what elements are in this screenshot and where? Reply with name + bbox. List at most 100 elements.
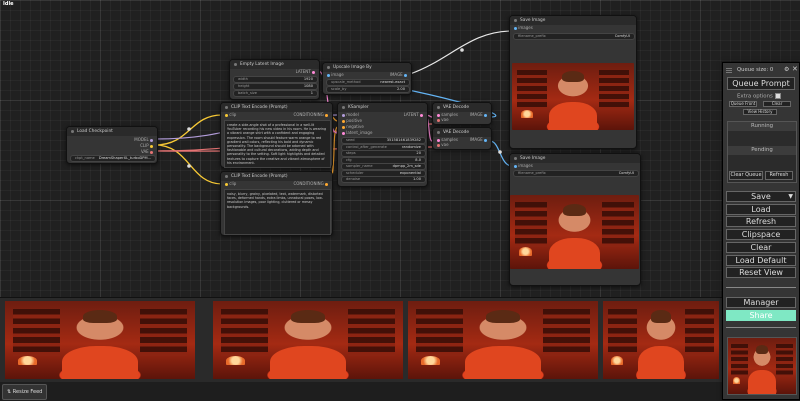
- resize-feed-button[interactable]: ⇅ Resize Feed: [2, 384, 48, 400]
- widget-label: steps: [346, 151, 356, 155]
- view-history-button[interactable]: View History: [743, 109, 777, 115]
- pending-title: Pending: [728, 146, 796, 155]
- node-empty-latent[interactable]: Empty Latent Image LATENT width 1920 hei…: [229, 59, 320, 100]
- feed-image[interactable]: [603, 301, 719, 379]
- save-button[interactable]: Save ▼: [726, 191, 796, 202]
- output-image[interactable]: IMAGE: [470, 137, 487, 143]
- slot-label: VAE: [140, 149, 149, 154]
- node-title: VAE Decode: [433, 103, 491, 112]
- menu-header: Queue size: 0 ⚙ ✕: [723, 65, 799, 75]
- slot-label: CONDITIONING: [293, 181, 324, 186]
- node-upscale-image[interactable]: Upscale Image By image IMAGE upscale_met…: [322, 62, 412, 95]
- load-default-button[interactable]: Load Default: [726, 255, 796, 266]
- widget-label: scheduler: [346, 170, 364, 175]
- widget-value: 1080: [303, 84, 313, 88]
- running-title: Running: [728, 122, 796, 131]
- width-widget[interactable]: width 1920: [233, 76, 318, 83]
- output-image[interactable]: IMAGE: [470, 112, 487, 118]
- extra-options-label: Extra options: [737, 93, 773, 100]
- input-clip[interactable]: clip: [225, 112, 236, 118]
- scale-by-widget[interactable]: scale_by 2.00: [326, 86, 410, 93]
- wire-midpoint: [187, 127, 191, 131]
- input-images[interactable]: images: [514, 25, 533, 31]
- widget-value: ComfyUI: [614, 34, 630, 38]
- close-icon[interactable]: ✕: [792, 65, 798, 73]
- dropdown-arrow-icon[interactable]: ▼: [788, 192, 793, 201]
- menu-image-thumbnail[interactable]: [727, 337, 797, 395]
- refresh-queue-button[interactable]: Refresh: [765, 171, 793, 180]
- share-button[interactable]: Share: [726, 310, 796, 321]
- clipspace-button[interactable]: Clipspace: [726, 229, 796, 240]
- node-load-checkpoint[interactable]: Load Checkpoint MODEL CLIP VAE ckpt_name…: [66, 126, 158, 164]
- node-save-image[interactable]: Save Image images filename_prefix ComfyUI: [509, 15, 637, 149]
- refresh-button[interactable]: Refresh: [726, 216, 796, 227]
- widget-label: cfg: [346, 157, 352, 162]
- drag-handle-icon[interactable]: [726, 68, 732, 74]
- seed-widget[interactable]: seed 351581461839282: [341, 137, 426, 144]
- slot-label: images: [518, 163, 533, 168]
- widget-value: 2.00: [396, 87, 405, 91]
- node-title: CLIP Text Encode (Prompt): [221, 172, 332, 181]
- image-preview[interactable]: [512, 63, 634, 130]
- output-conditioning[interactable]: CONDITIONING: [293, 112, 328, 118]
- widget-label: width: [238, 77, 248, 81]
- node-ksampler[interactable]: KSampler model positive negative latent_…: [337, 102, 428, 187]
- feed-image[interactable]: [213, 301, 403, 379]
- input-latent-image[interactable]: latent_image: [342, 130, 372, 136]
- widget-value: 20: [416, 151, 421, 155]
- clear-queue-button[interactable]: Clear Queue: [729, 171, 763, 180]
- widget-label: batch_size: [238, 91, 257, 95]
- input-images[interactable]: images: [514, 163, 533, 169]
- slot-label: CONDITIONING: [293, 112, 324, 117]
- filename-prefix-widget[interactable]: filename_prefix ComfyUI: [513, 33, 635, 40]
- output-latent[interactable]: LATENT: [296, 69, 315, 75]
- node-clip-negative[interactable]: CLIP Text Encode (Prompt) clip CONDITION…: [220, 171, 333, 236]
- reset-view-button[interactable]: Reset View: [726, 267, 796, 278]
- batch-size-widget[interactable]: batch_size 1: [233, 90, 318, 97]
- wire-midpoint: [460, 48, 464, 52]
- wire-midpoint: [187, 164, 191, 168]
- widget-value: 8.0: [415, 157, 421, 162]
- prompt-textarea[interactable]: create a side-angle shot of a profession…: [224, 120, 331, 168]
- output-latent[interactable]: LATENT: [404, 112, 423, 118]
- input-image[interactable]: image: [327, 72, 344, 78]
- image-preview[interactable]: [510, 195, 639, 269]
- clear-button[interactable]: Clear: [726, 242, 796, 253]
- widget-label: height: [238, 84, 250, 88]
- input-vae[interactable]: vae: [437, 142, 449, 148]
- slot-label: IMAGE: [469, 112, 483, 117]
- output-image[interactable]: IMAGE: [390, 72, 407, 78]
- sampler-name-widget[interactable]: sampler_name dpmpp_2m_sde: [341, 163, 426, 170]
- load-button[interactable]: Load: [726, 204, 796, 215]
- feed-image[interactable]: [5, 301, 195, 379]
- queue-prompt-button[interactable]: Queue Prompt: [727, 77, 795, 90]
- node-vae-decode[interactable]: VAE Decode samples vae IMAGE: [432, 102, 492, 125]
- clear-small-button[interactable]: Clear: [763, 101, 791, 107]
- steps-widget[interactable]: steps 20: [341, 150, 426, 157]
- height-widget[interactable]: height 1080: [233, 83, 318, 90]
- slot-label: vae: [441, 142, 449, 147]
- slot-label: vae: [441, 117, 449, 122]
- feed-image[interactable]: [408, 301, 598, 379]
- upscale-method-widget[interactable]: upscale_method nearest-exact: [326, 79, 410, 86]
- node-save-image-2[interactable]: Save Image images filename_prefix ComfyUI: [509, 153, 641, 286]
- input-vae[interactable]: vae: [437, 117, 449, 123]
- node-clip-positive[interactable]: CLIP Text Encode (Prompt) clip CONDITION…: [220, 102, 333, 168]
- ckpt-name-widget[interactable]: ckpt_name DreamShaperXL_turboDPM...: [70, 155, 156, 162]
- negative-prompt-textarea[interactable]: noisy, blurry, grainy, pixelated, text, …: [224, 189, 331, 235]
- wire-image-save: [409, 30, 513, 75]
- graph-canvas[interactable]: Idle Load Checkpoint MODEL CLIP VAE ckpt…: [0, 0, 800, 297]
- node-vae-decode-2[interactable]: VAE Decode samples vae IMAGE: [432, 127, 492, 150]
- denoise-widget[interactable]: denoise 1.00: [341, 176, 426, 183]
- input-clip[interactable]: clip: [225, 181, 236, 187]
- widget-value: ComfyUI: [618, 171, 634, 175]
- slot-label: MODEL: [134, 137, 149, 142]
- queue-front-button[interactable]: Queue Front: [729, 101, 757, 107]
- extra-options-toggle[interactable]: Extra options: [737, 93, 781, 100]
- gear-icon[interactable]: ⚙: [784, 66, 789, 73]
- widget-value: 1: [310, 91, 313, 95]
- output-conditioning[interactable]: CONDITIONING: [293, 181, 328, 187]
- extra-options-checkbox[interactable]: [774, 93, 781, 99]
- manager-button[interactable]: Manager: [726, 297, 796, 308]
- filename-prefix-widget[interactable]: filename_prefix ComfyUI: [513, 170, 639, 177]
